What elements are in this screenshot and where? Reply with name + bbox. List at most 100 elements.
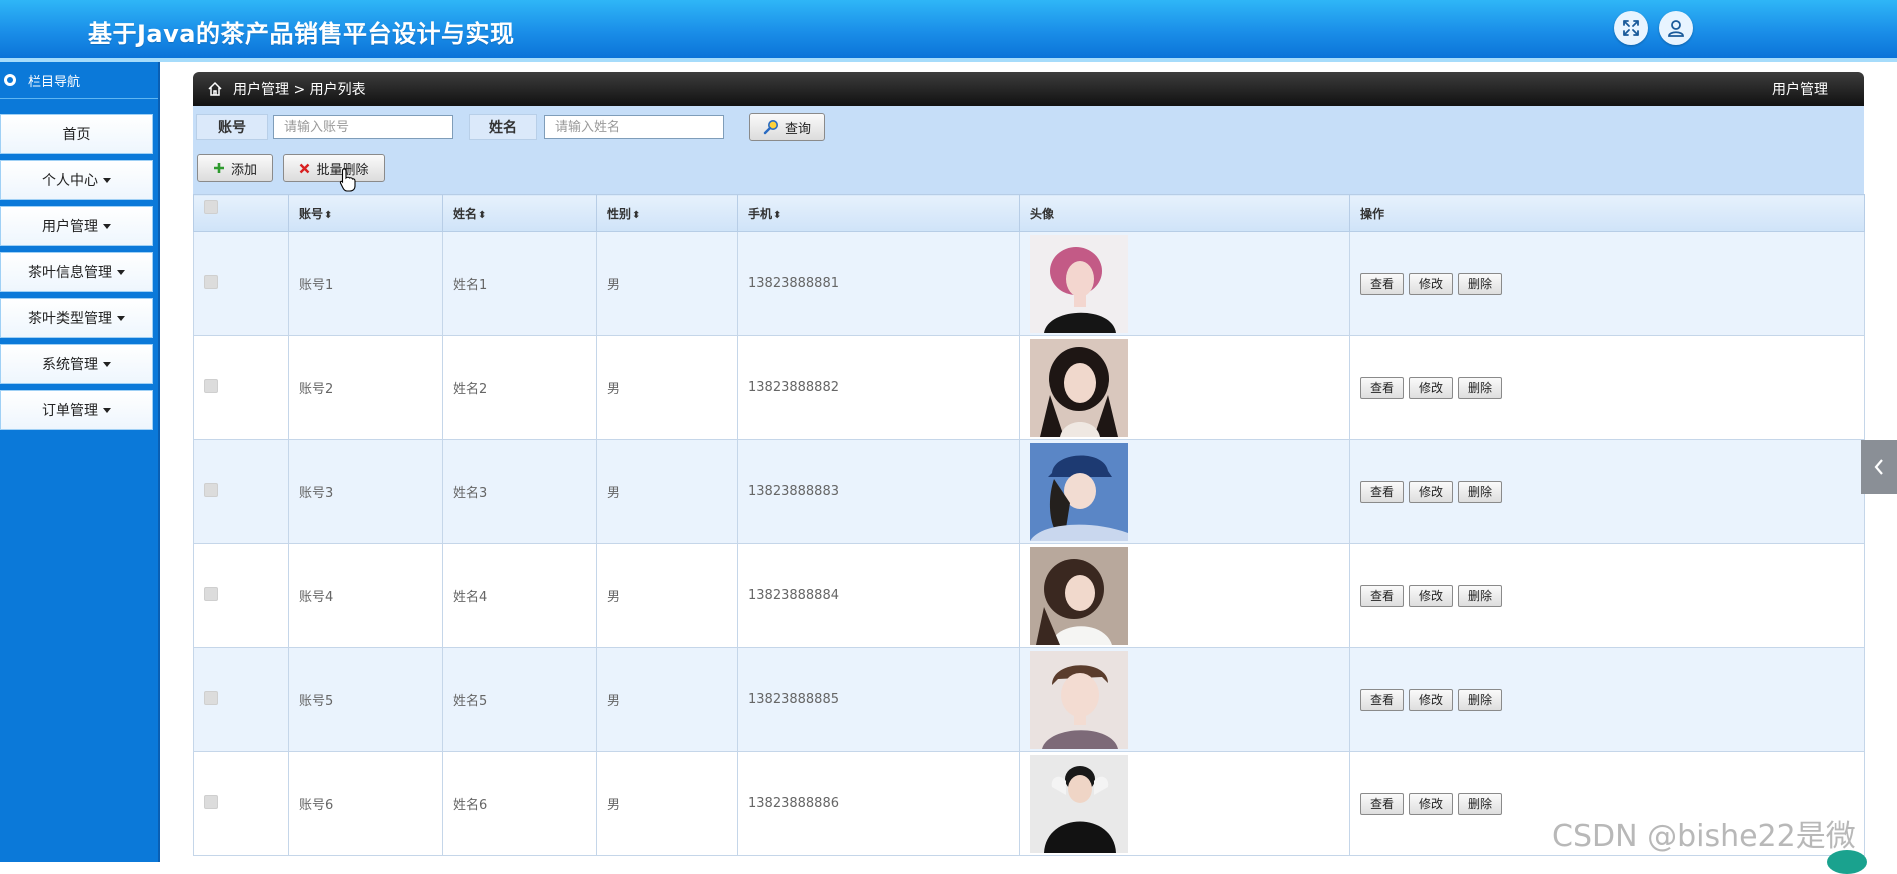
sidebar-item-system[interactable]: 系统管理 — [0, 344, 153, 384]
column-header-gender[interactable]: 性别⬍ — [596, 194, 738, 232]
edit-button[interactable]: 修改 — [1409, 272, 1454, 295]
breadcrumb: 用户管理 > 用户列表 用户管理 — [193, 72, 1864, 106]
sidebar-item-personal-center[interactable]: 个人中心 — [0, 160, 153, 200]
view-button[interactable]: 查看 — [1360, 272, 1405, 295]
column-header-account[interactable]: 账号⬍ — [288, 194, 443, 232]
fullscreen-icon — [1623, 20, 1639, 36]
edit-button[interactable]: 修改 — [1409, 688, 1454, 711]
sidebar-item-tea-info[interactable]: 茶叶信息管理 — [0, 252, 153, 292]
avatar — [1030, 754, 1128, 853]
delete-button[interactable]: 删除 — [1458, 272, 1503, 295]
fullscreen-button[interactable] — [1614, 11, 1648, 45]
sidebar-item-home[interactable]: 首页 — [0, 114, 153, 154]
delete-button[interactable]: 删除 — [1458, 480, 1503, 503]
mouse-cursor-icon — [339, 168, 356, 192]
breadcrumb-section-label: 用户管理 — [1772, 82, 1828, 98]
row-checkbox[interactable] — [204, 690, 218, 705]
sidebar-heading-label: 栏目导航 — [28, 74, 81, 90]
row-checkbox[interactable] — [204, 378, 218, 393]
cell-avatar — [1019, 335, 1350, 440]
account-search-input[interactable] — [273, 115, 453, 139]
cell-gender: 男 — [596, 751, 738, 856]
batch-delete-button[interactable]: 批量删除 — [283, 154, 385, 182]
cell-actions: 查看 修改 删除 — [1349, 647, 1865, 752]
cell-phone: 13823888883 — [737, 439, 1020, 544]
column-header-name[interactable]: 姓名⬍ — [442, 194, 597, 232]
home-icon[interactable] — [207, 81, 223, 97]
cell-account: 账号5 — [288, 647, 443, 752]
edit-button[interactable]: 修改 — [1409, 480, 1454, 503]
sidebar-heading: 栏目导航 — [0, 62, 158, 99]
sidebar-item-user-management[interactable]: 用户管理 — [0, 206, 153, 246]
chevron-left-icon — [1874, 459, 1883, 475]
cell-avatar — [1019, 751, 1350, 856]
cell-gender: 男 — [596, 647, 738, 752]
cell-name: 姓名3 — [442, 439, 597, 544]
table-row: 账号5 姓名5 男 13823888885 查看 修改 删除 — [193, 647, 1865, 752]
cell-account: 账号4 — [288, 543, 443, 648]
cell-gender: 男 — [596, 231, 738, 336]
cell-phone: 13823888881 — [737, 231, 1020, 336]
sidebar-item-orders[interactable]: 订单管理 — [0, 390, 153, 430]
column-header-phone[interactable]: 手机⬍ — [737, 194, 1020, 232]
cell-gender: 男 — [596, 335, 738, 440]
view-button[interactable]: 查看 — [1360, 584, 1405, 607]
name-search-input[interactable] — [544, 115, 724, 139]
user-table: 账号⬍ 姓名⬍ 性别⬍ 手机⬍ 头像 操作 账号1 姓名1 男 13823888… — [193, 194, 1865, 856]
delete-button[interactable]: 删除 — [1458, 376, 1503, 399]
caret-down-icon — [103, 177, 111, 183]
edit-button[interactable]: 修改 — [1409, 376, 1454, 399]
avatar — [1030, 234, 1128, 333]
edit-button[interactable]: 修改 — [1409, 792, 1454, 815]
row-checkbox[interactable] — [204, 586, 218, 601]
avatar — [1030, 442, 1128, 541]
user-button[interactable] — [1659, 11, 1693, 45]
delete-button[interactable]: 删除 — [1458, 792, 1503, 815]
cell-phone: 13823888882 — [737, 335, 1020, 440]
row-checkbox[interactable] — [204, 482, 218, 497]
breadcrumb-path: 用户管理 > 用户列表 — [233, 82, 366, 98]
name-label: 姓名 — [469, 114, 537, 140]
cell-actions: 查看 修改 删除 — [1349, 335, 1865, 440]
view-button[interactable]: 查看 — [1360, 376, 1405, 399]
cell-gender: 男 — [596, 543, 738, 648]
cell-name: 姓名5 — [442, 647, 597, 752]
collapse-panel-button[interactable] — [1861, 440, 1897, 494]
delete-button[interactable]: 删除 — [1458, 688, 1503, 711]
caret-down-icon — [103, 223, 111, 229]
table-header-row: 账号⬍ 姓名⬍ 性别⬍ 手机⬍ 头像 操作 — [193, 194, 1865, 232]
table-row: 账号2 姓名2 男 13823888882 查看 修改 删除 — [193, 335, 1865, 440]
view-button[interactable]: 查看 — [1360, 792, 1405, 815]
avatar — [1030, 338, 1128, 437]
floating-widget[interactable] — [1827, 850, 1867, 874]
row-checkbox[interactable] — [204, 794, 218, 809]
app-title: 基于Java的茶产品销售平台设计与实现 — [88, 20, 515, 48]
view-button[interactable]: 查看 — [1360, 480, 1405, 503]
search-icon — [763, 119, 779, 135]
cell-avatar — [1019, 647, 1350, 752]
cell-account: 账号1 — [288, 231, 443, 336]
cell-account: 账号3 — [288, 439, 443, 544]
delete-button[interactable]: 删除 — [1458, 584, 1503, 607]
account-label: 账号 — [196, 114, 268, 140]
caret-down-icon — [117, 315, 125, 321]
app-header: 基于Java的茶产品销售平台设计与实现 — [0, 0, 1897, 62]
view-button[interactable]: 查看 — [1360, 688, 1405, 711]
cell-avatar — [1019, 543, 1350, 648]
add-button[interactable]: 添加 — [197, 154, 273, 182]
table-row: 账号1 姓名1 男 13823888881 查看 修改 删除 — [193, 231, 1865, 336]
avatar — [1030, 650, 1128, 749]
table-row: 账号3 姓名3 男 13823888883 查看 修改 删除 — [193, 439, 1865, 544]
close-icon — [299, 163, 310, 174]
column-header-actions: 操作 — [1349, 194, 1865, 232]
cell-phone: 13823888885 — [737, 647, 1020, 752]
cell-avatar — [1019, 231, 1350, 336]
sidebar-item-tea-type[interactable]: 茶叶类型管理 — [0, 298, 153, 338]
caret-down-icon — [103, 407, 111, 413]
cell-gender: 男 — [596, 439, 738, 544]
select-all-checkbox[interactable] — [204, 200, 218, 214]
select-all-cell — [193, 194, 289, 232]
edit-button[interactable]: 修改 — [1409, 584, 1454, 607]
query-button[interactable]: 查询 — [749, 113, 825, 141]
row-checkbox[interactable] — [204, 274, 218, 289]
